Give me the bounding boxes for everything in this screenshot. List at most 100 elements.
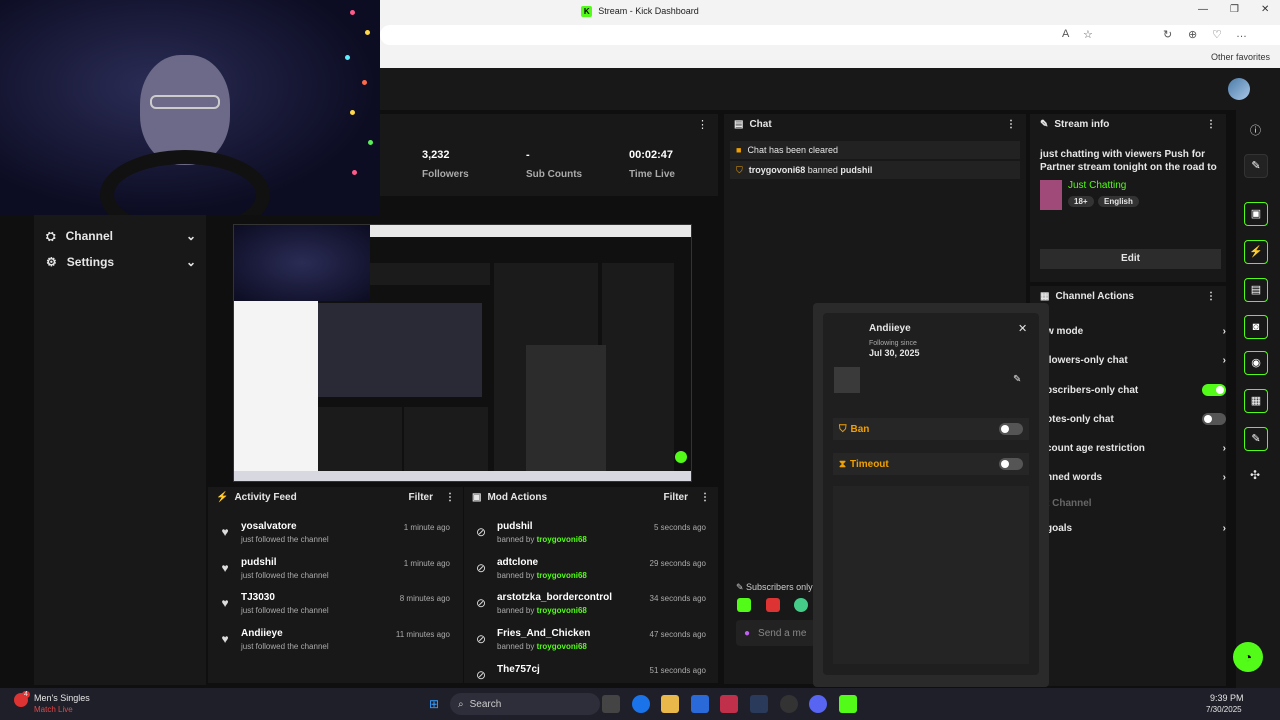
broadcast-icon[interactable]: ◉ [1244, 351, 1268, 375]
clock-time[interactable]: 9:39 PM [1210, 693, 1244, 703]
channel-action-row[interactable]: count age restriction › [1046, 439, 1226, 457]
layout-icon[interactable]: ▦ [1244, 389, 1268, 413]
channel-action-row[interactable]: nned words › [1046, 468, 1226, 486]
kebab-menu-icon[interactable]: ⋮ [1206, 119, 1216, 130]
heart-icon: ♥ [221, 632, 229, 646]
subscribers-only-toggle[interactable] [1202, 384, 1226, 396]
info-icon[interactable]: ⓘ [1250, 122, 1261, 138]
popup-content-area [833, 486, 1029, 664]
chatgpt-icon[interactable] [780, 695, 798, 713]
kebab-menu-icon[interactable]: ⋮ [445, 492, 455, 503]
address-bar[interactable] [380, 25, 1280, 45]
channel-action-row[interactable]: llowers-only chat › [1046, 351, 1226, 369]
category-link[interactable]: Just Chatting [1068, 180, 1126, 191]
edit-icon[interactable]: ✎ [1244, 154, 1268, 178]
bolt-icon[interactable]: ⚡ [1244, 240, 1268, 264]
emote-icon[interactable] [794, 598, 808, 612]
edit-button[interactable]: Edit [1040, 249, 1221, 269]
mod-action-text: banned by [497, 571, 535, 580]
mod-target[interactable]: arstotzka_bordercontrol [497, 592, 612, 603]
mod-target[interactable]: pudshil [497, 521, 533, 532]
moderator-name[interactable]: troygovoni68 [537, 606, 587, 615]
screenshot-icon[interactable]: ▣ [1244, 202, 1268, 226]
browser-essentials-icon[interactable]: ♡ [1212, 28, 1222, 41]
sidebar-item-label: Channel [65, 229, 113, 243]
moderator-name[interactable]: troygovoni68 [537, 571, 587, 580]
minimize-button[interactable]: — [1198, 4, 1208, 15]
timeout-toggle[interactable] [999, 458, 1023, 470]
ban-toggle[interactable] [999, 423, 1023, 435]
tag-badge: English [1098, 196, 1139, 207]
category-thumbnail [1040, 180, 1062, 210]
kebab-menu-icon[interactable]: ⋮ [697, 118, 708, 131]
list-item: ♥ yosalvatore just followed the channel … [208, 521, 458, 555]
pin-icon[interactable]: ✎ [1013, 374, 1021, 385]
channel-action-row: t Channel [1046, 494, 1226, 512]
wrench-icon[interactable]: ✎ [1244, 427, 1268, 451]
maximize-button[interactable]: ❐ [1230, 4, 1239, 15]
favorite-star-icon[interactable]: ☆ [1083, 28, 1093, 41]
close-icon[interactable]: ✕ [1018, 322, 1027, 335]
discord-icon[interactable] [809, 695, 827, 713]
refresh-icon[interactable]: ↻ [1163, 28, 1172, 41]
search-placeholder: Search [469, 698, 502, 710]
window-title: Stream - Kick Dashboard [598, 6, 699, 16]
mod-actions-panel: ▣ Mod Actions Filter ⋮ ⊘ pudshil banned … [464, 487, 718, 683]
extensions-icon[interactable]: ⊕ [1188, 28, 1197, 41]
panel-title: Activity Feed [234, 491, 297, 503]
avatar[interactable] [1228, 78, 1250, 100]
taskbar-search[interactable]: ⌕ Search [450, 693, 600, 715]
task-view-icon[interactable] [602, 695, 620, 713]
kick-app-icon[interactable] [839, 695, 857, 713]
read-aloud-icon[interactable]: A [1062, 28, 1069, 40]
kebab-menu-icon[interactable]: ⋮ [700, 492, 710, 503]
help-chat-button[interactable]: ◔ [1233, 642, 1263, 672]
app-icon[interactable] [720, 695, 738, 713]
channel-action-row[interactable]: goals › [1046, 519, 1226, 537]
emote-icon[interactable] [766, 598, 780, 612]
mod-target[interactable]: adtclone [497, 557, 538, 568]
other-favorites-link[interactable]: Other favorites [1211, 52, 1270, 62]
chat-username[interactable]: troygovoni68 [749, 165, 806, 175]
feed-username[interactable]: Andiieye [241, 628, 283, 639]
document-icon[interactable]: ▤ [1244, 278, 1268, 302]
feed-username[interactable]: pudshil [241, 557, 277, 568]
action-label: nned words [1046, 471, 1103, 483]
feed-username[interactable]: TJ3030 [241, 592, 275, 603]
kebab-menu-icon[interactable]: ⋮ [1006, 119, 1016, 130]
stat-time-live: 00:02:47 Time Live [629, 149, 675, 180]
stream-preview[interactable] [233, 224, 692, 482]
filter-button[interactable]: Filter [664, 492, 688, 503]
mod-target[interactable]: Fries_And_Chicken [497, 628, 590, 639]
steam-icon[interactable] [750, 695, 768, 713]
mod-target[interactable]: The757cj [497, 664, 540, 675]
windows-start-icon[interactable]: ⊞ [425, 695, 443, 713]
moderator-name[interactable]: troygovoni68 [537, 642, 587, 651]
apps-icon[interactable]: ✣ [1250, 468, 1260, 482]
widget-title[interactable]: Men's Singles [34, 693, 90, 703]
close-window-button[interactable]: ✕ [1261, 4, 1269, 15]
stat-sub-counts: - Sub Counts [526, 149, 582, 180]
channel-action-row: bscribers-only chat [1046, 381, 1226, 399]
chat-input[interactable]: ● Send a me [736, 620, 816, 646]
sidebar-item-channel[interactable]: ⛭ Channel ⌄ [46, 226, 196, 246]
chat-system-message: ■ Chat has been cleared [730, 141, 1020, 159]
chat-username[interactable]: pudshil [840, 165, 872, 175]
sidebar-item-settings[interactable]: ⚙ Settings ⌄ [46, 252, 196, 272]
chat-bubble-icon[interactable]: ◙ [1244, 315, 1268, 339]
shield-icon: ⛉ [736, 164, 743, 175]
feed-username[interactable]: yosalvatore [241, 521, 297, 532]
kebab-menu-icon[interactable]: ⋮ [1206, 291, 1216, 302]
emote-icon[interactable] [737, 598, 751, 612]
filter-button[interactable]: Filter [409, 492, 433, 503]
clock-date[interactable]: 7/30/2025 [1206, 705, 1242, 714]
edge-browser-icon[interactable] [632, 695, 650, 713]
search-icon: ⌕ [458, 698, 464, 710]
store-icon[interactable] [691, 695, 709, 713]
file-explorer-icon[interactable] [661, 695, 679, 713]
channel-action-row[interactable]: w mode › [1046, 322, 1226, 340]
moderator-name[interactable]: troygovoni68 [537, 535, 587, 544]
channel-actions-panel: ▦ Channel Actions ⋮ [1030, 286, 1226, 686]
more-menu-icon[interactable]: … [1236, 28, 1247, 40]
emotes-only-toggle[interactable] [1202, 413, 1226, 425]
